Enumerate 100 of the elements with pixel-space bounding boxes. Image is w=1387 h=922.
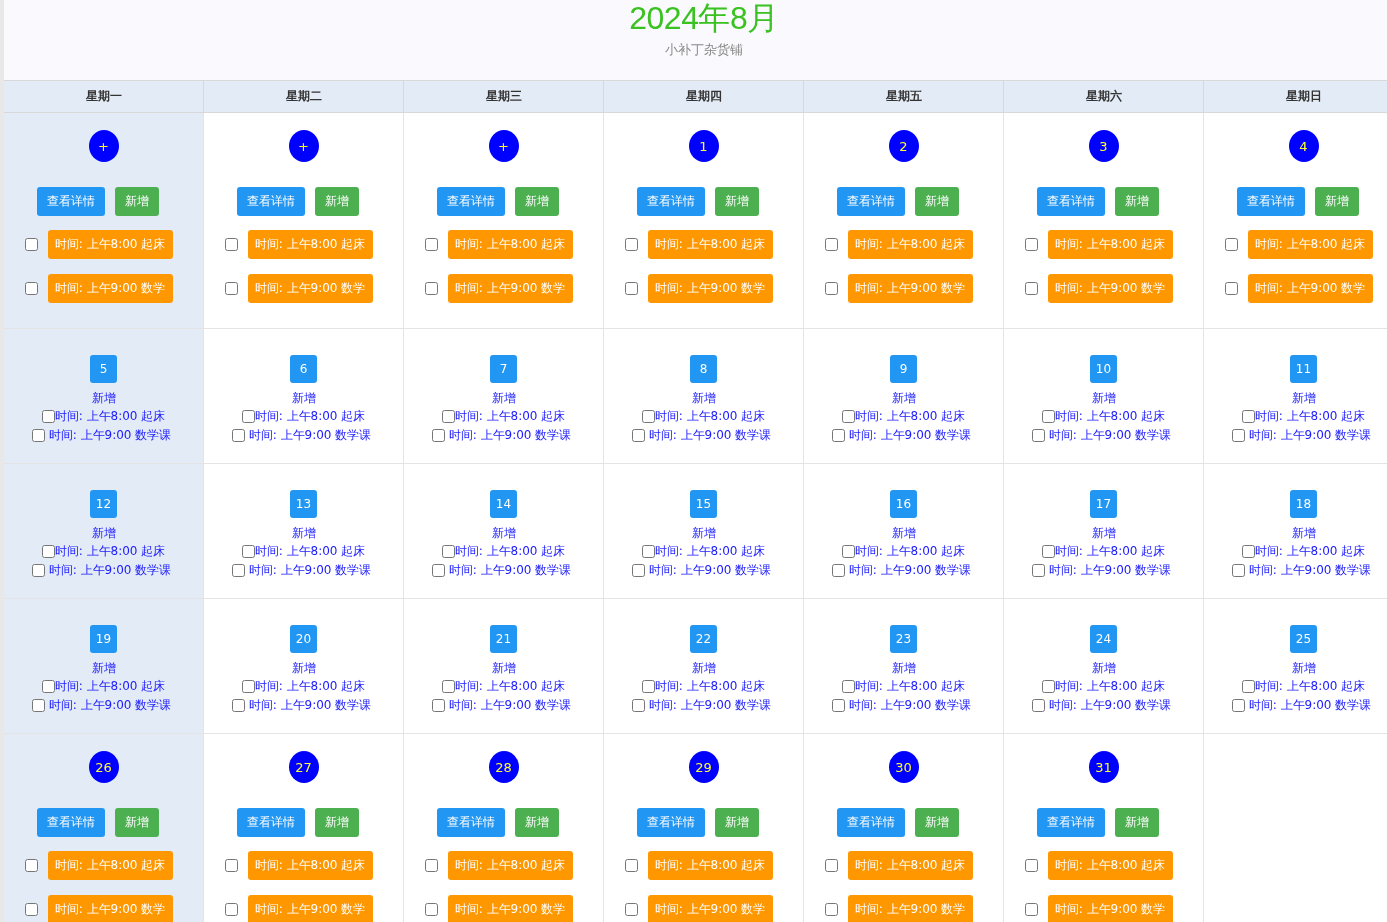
event-checkbox[interactable] bbox=[424, 903, 438, 916]
event-checkbox[interactable] bbox=[41, 410, 55, 423]
event-checkbox[interactable] bbox=[41, 680, 55, 693]
event-chip[interactable]: 时间: 上午9:00 数学 bbox=[847, 274, 973, 303]
add-button[interactable]: 新增 bbox=[1114, 808, 1159, 837]
event-checkbox[interactable] bbox=[641, 410, 655, 423]
add-link[interactable]: 新增 bbox=[691, 525, 716, 542]
event-checkbox[interactable] bbox=[1024, 238, 1038, 251]
add-link[interactable]: 新增 bbox=[1091, 390, 1116, 407]
event-checkbox[interactable] bbox=[831, 564, 845, 577]
event-checkbox[interactable] bbox=[1031, 699, 1045, 712]
day-number-badge[interactable]: 2 bbox=[888, 130, 919, 162]
event-chip[interactable]: 时间: 上午9:00 数学 bbox=[647, 895, 773, 922]
event-chip[interactable]: 时间: 上午9:00 数学 bbox=[447, 895, 573, 922]
event-checkbox[interactable] bbox=[1031, 564, 1045, 577]
event-checkbox[interactable] bbox=[624, 859, 638, 872]
day-number-badge[interactable]: 3 bbox=[1088, 130, 1119, 162]
day-number-badge[interactable]: 25 bbox=[1290, 625, 1317, 653]
event-checkbox[interactable] bbox=[824, 859, 838, 872]
event-checkbox[interactable] bbox=[624, 238, 638, 251]
event-checkbox[interactable] bbox=[824, 903, 838, 916]
event-checkbox[interactable] bbox=[831, 699, 845, 712]
day-number-badge[interactable]: 6 bbox=[290, 355, 317, 383]
add-link[interactable]: 新增 bbox=[91, 390, 116, 407]
day-number-badge[interactable]: 24 bbox=[1090, 625, 1117, 653]
event-chip[interactable]: 时间: 上午9:00 数学 bbox=[647, 274, 773, 303]
day-number-badge[interactable]: 20 bbox=[290, 625, 317, 653]
add-link[interactable]: 新增 bbox=[91, 660, 116, 677]
event-checkbox[interactable] bbox=[231, 564, 245, 577]
view-details-button[interactable]: 查看详情 bbox=[1036, 808, 1105, 837]
add-button[interactable]: 新增 bbox=[714, 808, 759, 837]
event-checkbox[interactable] bbox=[224, 903, 238, 916]
add-link[interactable]: 新增 bbox=[491, 390, 516, 407]
add-link[interactable]: 新增 bbox=[891, 660, 916, 677]
event-chip[interactable]: 时间: 上午8:00 起床 bbox=[247, 230, 373, 259]
event-checkbox[interactable] bbox=[231, 699, 245, 712]
event-chip[interactable]: 时间: 上午8:00 起床 bbox=[647, 230, 773, 259]
event-chip[interactable]: 时间: 上午8:00 起床 bbox=[847, 230, 973, 259]
add-link[interactable]: 新增 bbox=[691, 390, 716, 407]
day-number-badge[interactable]: + bbox=[88, 130, 119, 162]
view-details-button[interactable]: 查看详情 bbox=[436, 187, 505, 216]
event-checkbox[interactable] bbox=[1024, 859, 1038, 872]
event-checkbox[interactable] bbox=[1241, 680, 1255, 693]
view-details-button[interactable]: 查看详情 bbox=[236, 808, 305, 837]
event-checkbox[interactable] bbox=[24, 238, 38, 251]
add-button[interactable]: 新增 bbox=[314, 808, 359, 837]
event-chip[interactable]: 时间: 上午9:00 数学 bbox=[247, 895, 373, 922]
event-checkbox[interactable] bbox=[224, 859, 238, 872]
day-number-badge[interactable]: 28 bbox=[488, 751, 519, 783]
event-chip[interactable]: 时间: 上午8:00 起床 bbox=[47, 851, 173, 880]
view-details-button[interactable]: 查看详情 bbox=[36, 187, 105, 216]
event-chip[interactable]: 时间: 上午9:00 数学 bbox=[847, 895, 973, 922]
event-checkbox[interactable] bbox=[31, 699, 45, 712]
day-number-badge[interactable]: 22 bbox=[690, 625, 717, 653]
event-checkbox[interactable] bbox=[431, 429, 445, 442]
event-checkbox[interactable] bbox=[624, 282, 638, 295]
day-number-badge[interactable]: 4 bbox=[1288, 130, 1319, 162]
event-checkbox[interactable] bbox=[1031, 429, 1045, 442]
day-number-badge[interactable]: 16 bbox=[890, 490, 917, 518]
add-link[interactable]: 新增 bbox=[291, 660, 316, 677]
day-number-badge[interactable]: 7 bbox=[490, 355, 517, 383]
add-link[interactable]: 新增 bbox=[491, 660, 516, 677]
day-number-badge[interactable]: 17 bbox=[1090, 490, 1117, 518]
event-checkbox[interactable] bbox=[1041, 410, 1055, 423]
add-link[interactable]: 新增 bbox=[891, 390, 916, 407]
event-checkbox[interactable] bbox=[631, 429, 645, 442]
day-number-badge[interactable]: 26 bbox=[88, 751, 119, 783]
day-number-badge[interactable]: 14 bbox=[490, 490, 517, 518]
add-link[interactable]: 新增 bbox=[291, 390, 316, 407]
add-link[interactable]: 新增 bbox=[91, 525, 116, 542]
day-number-badge[interactable]: 27 bbox=[288, 751, 319, 783]
event-chip[interactable]: 时间: 上午8:00 起床 bbox=[1047, 230, 1173, 259]
event-checkbox[interactable] bbox=[431, 699, 445, 712]
add-link[interactable]: 新增 bbox=[1291, 390, 1316, 407]
event-checkbox[interactable] bbox=[1231, 564, 1245, 577]
event-chip[interactable]: 时间: 上午8:00 起床 bbox=[847, 851, 973, 880]
event-checkbox[interactable] bbox=[231, 429, 245, 442]
add-button[interactable]: 新增 bbox=[114, 187, 159, 216]
event-chip[interactable]: 时间: 上午8:00 起床 bbox=[247, 851, 373, 880]
day-number-badge[interactable]: 12 bbox=[90, 490, 117, 518]
event-checkbox[interactable] bbox=[1231, 429, 1245, 442]
event-checkbox[interactable] bbox=[1231, 699, 1245, 712]
event-checkbox[interactable] bbox=[824, 282, 838, 295]
event-chip[interactable]: 时间: 上午9:00 数学 bbox=[1247, 274, 1373, 303]
add-button[interactable]: 新增 bbox=[514, 808, 559, 837]
add-link[interactable]: 新增 bbox=[891, 525, 916, 542]
event-checkbox[interactable] bbox=[441, 680, 455, 693]
event-checkbox[interactable] bbox=[41, 545, 55, 558]
day-number-badge[interactable]: 5 bbox=[90, 355, 117, 383]
event-chip[interactable]: 时间: 上午9:00 数学 bbox=[47, 895, 173, 922]
view-details-button[interactable]: 查看详情 bbox=[236, 187, 305, 216]
add-button[interactable]: 新增 bbox=[1114, 187, 1159, 216]
view-details-button[interactable]: 查看详情 bbox=[1236, 187, 1305, 216]
add-link[interactable]: 新增 bbox=[1291, 660, 1316, 677]
event-checkbox[interactable] bbox=[431, 564, 445, 577]
event-checkbox[interactable] bbox=[31, 564, 45, 577]
event-checkbox[interactable] bbox=[424, 859, 438, 872]
add-button[interactable]: 新增 bbox=[514, 187, 559, 216]
day-number-badge[interactable]: 18 bbox=[1290, 490, 1317, 518]
add-button[interactable]: 新增 bbox=[714, 187, 759, 216]
